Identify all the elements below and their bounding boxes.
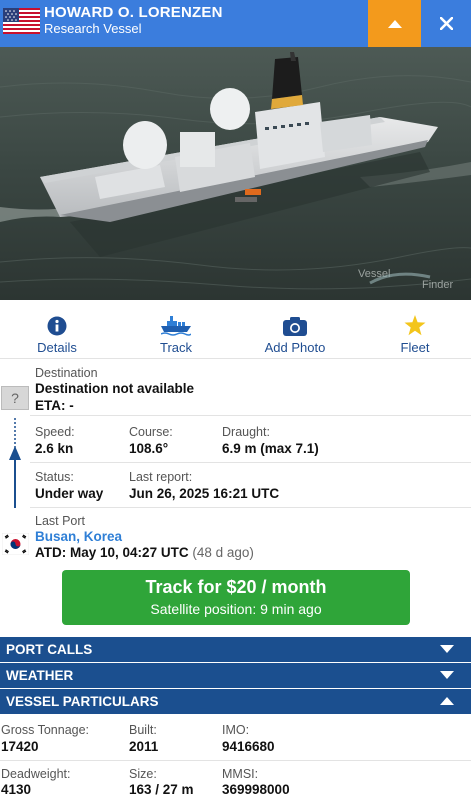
chevron-up-icon — [440, 697, 454, 705]
caret-up-icon — [387, 19, 402, 28]
close-button[interactable] — [421, 0, 471, 47]
chevron-down-icon — [440, 671, 454, 679]
eta-label: ETA: — [35, 398, 66, 413]
add-photo-button[interactable]: Add Photo — [260, 303, 330, 359]
vessel-header: HOWARD O. LORENZEN Research Vessel — [0, 0, 471, 47]
action-bar: Details Track Add Photo Fleet — [0, 303, 471, 359]
section-vessel-particulars[interactable]: VESSEL PARTICULARS — [0, 689, 471, 714]
watermark-finder: Finder — [422, 279, 454, 291]
close-icon — [439, 17, 453, 30]
atd-label: ATD: — [35, 545, 67, 560]
section-port-calls[interactable]: PORT CALLS — [0, 637, 471, 662]
gross-tonnage-label: Gross Tonnage: — [1, 723, 90, 737]
status-value: Under way — [35, 486, 104, 501]
collapse-button[interactable] — [368, 0, 421, 47]
built-label: Built: — [129, 723, 157, 737]
details-label: Details — [37, 340, 77, 355]
deadweight-value: 4130 — [1, 782, 32, 797]
star-icon — [404, 315, 426, 336]
gross-tonnage-value: 17420 — [1, 739, 39, 754]
atd-ago: (48 d ago) — [192, 545, 254, 560]
draught-label: Draught: — [222, 425, 270, 439]
eta-row: ETA: - — [35, 398, 74, 413]
divider — [0, 760, 471, 761]
fleet-label: Fleet — [400, 340, 430, 355]
section-title: VESSEL PARTICULARS — [6, 694, 159, 709]
vessel-name: HOWARD O. LORENZEN — [44, 4, 223, 21]
destination-value: Destination not available — [35, 381, 195, 396]
add-photo-label: Add Photo — [264, 340, 326, 355]
last-report-value: Jun 26, 2025 16:21 UTC — [129, 486, 280, 501]
size-value: 163 / 27 m — [129, 782, 194, 797]
fleet-button[interactable]: Fleet — [380, 303, 450, 359]
atd-value: May 10, 04:27 UTC — [70, 545, 189, 560]
last-port-link[interactable]: Busan, Korea — [35, 529, 122, 544]
ship-icon — [161, 316, 191, 336]
vessel-photo[interactable]: Vessel Finder — [0, 47, 471, 300]
course-label: Course: — [129, 425, 173, 439]
divider — [30, 507, 471, 508]
last-report-label: Last report: — [129, 470, 193, 484]
us-flag-icon — [3, 8, 40, 34]
section-title: PORT CALLS — [6, 642, 93, 657]
divider — [30, 462, 471, 463]
imo-label: IMO: — [222, 723, 250, 737]
mmsi-label: MMSI: — [222, 767, 259, 781]
vessel-type: Research Vessel — [44, 21, 142, 36]
track-button[interactable]: Track — [141, 303, 211, 359]
camera-icon — [283, 317, 307, 336]
track-subscription-subtitle: Satellite position: 9 min ago — [150, 601, 322, 617]
track-subscription-button[interactable]: Track for $20 / month Satellite position… — [62, 570, 410, 625]
imo-value: 9416680 — [222, 739, 275, 754]
draught-value: 6.9 m (max 7.1) — [222, 441, 319, 456]
details-button[interactable]: Details — [22, 303, 92, 359]
divider — [30, 415, 471, 416]
section-title: WEATHER — [6, 668, 74, 683]
unknown-destination-icon: ? — [1, 386, 29, 410]
speed-value: 2.6 kn — [35, 441, 74, 456]
course-value: 108.6° — [129, 441, 169, 456]
track-subscription-title: Track for $20 / month — [145, 577, 327, 597]
course-indicator-icon — [9, 418, 21, 508]
status-label: Status: — [35, 470, 74, 484]
atd-row: ATD: May 10, 04:27 UTC (48 d ago) — [35, 545, 254, 560]
south-korea-flag-icon — [2, 533, 29, 555]
destination-label: Destination — [35, 366, 98, 380]
size-label: Size: — [129, 767, 157, 781]
deadweight-label: Deadweight: — [1, 767, 71, 781]
last-port-label: Last Port — [35, 514, 86, 528]
eta-value: - — [69, 398, 74, 413]
track-label: Track — [159, 340, 193, 355]
info-icon — [47, 316, 67, 336]
mmsi-value: 369998000 — [222, 782, 290, 797]
built-value: 2011 — [129, 739, 159, 754]
section-weather[interactable]: WEATHER — [0, 663, 471, 688]
chevron-down-icon — [440, 645, 454, 653]
speed-label: Speed: — [35, 425, 75, 439]
